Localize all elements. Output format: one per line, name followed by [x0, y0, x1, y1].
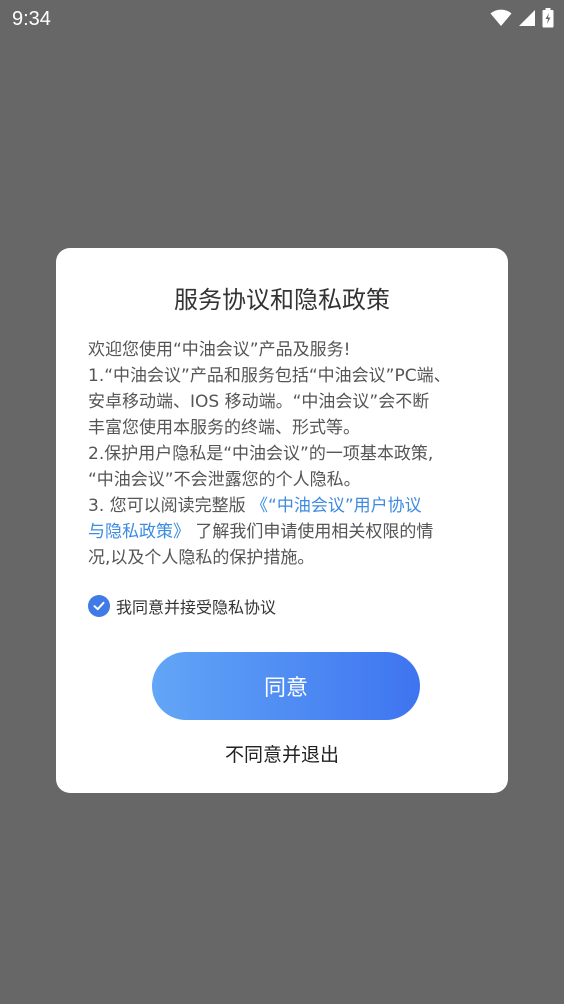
agree-button[interactable]: 同意	[152, 652, 420, 720]
status-icons	[490, 8, 554, 28]
body-line: 况,以及个人隐私的保护措施。	[88, 548, 315, 568]
body-line-item3-cont: 与隐私政策》 了解我们申请使用相关权限的情	[88, 519, 480, 545]
agree-checkbox-row[interactable]: 我同意并接受隐私协议	[88, 594, 276, 618]
body-line: 1.“中油会议”产品和服务包括“中油会议”PC端、	[88, 366, 451, 386]
body-line: “中油会议”不会泄露您的个人隐私。	[88, 470, 361, 490]
body-line: 安卓移动端、IOS 移动端。“中油会议”会不断	[88, 392, 430, 412]
body-line: 丰富您使用本服务的终端、形式等。	[88, 418, 360, 438]
status-bar: 9:34	[0, 0, 564, 38]
policy-link-cont[interactable]: 与隐私政策》	[88, 522, 190, 542]
disagree-exit-button[interactable]: 不同意并退出	[56, 740, 508, 767]
signal-icon	[518, 9, 536, 27]
body-line-item3: 3. 您可以阅读完整版 《“中油会议”用户协议	[88, 493, 480, 519]
policy-link[interactable]: 《“中油会议”用户协议	[251, 496, 422, 516]
battery-icon	[542, 8, 554, 28]
status-time: 9:34	[12, 8, 51, 30]
item3-prefix: 3. 您可以阅读完整版	[88, 496, 252, 516]
dialog-title: 服务协议和隐私政策	[174, 286, 390, 314]
body-line: 2.保护用户隐私是“中油会议”的一项基本政策,	[88, 444, 434, 464]
dialog-body: 欢迎您使用“中油会议”产品及服务! 1.“中油会议”产品和服务包括“中油会议”P…	[88, 337, 480, 571]
agree-checkbox-label[interactable]: 我同意并接受隐私协议	[116, 594, 276, 618]
privacy-dialog: 服务协议和隐私政策 欢迎您使用“中油会议”产品及服务! 1.“中油会议”产品和服…	[56, 248, 508, 793]
body-line: 欢迎您使用“中油会议”产品及服务!	[88, 340, 351, 360]
item3-suffix: 了解我们申请使用相关权限的情	[190, 522, 434, 542]
checkbox-checked-icon[interactable]	[88, 595, 110, 617]
wifi-icon	[490, 9, 512, 27]
